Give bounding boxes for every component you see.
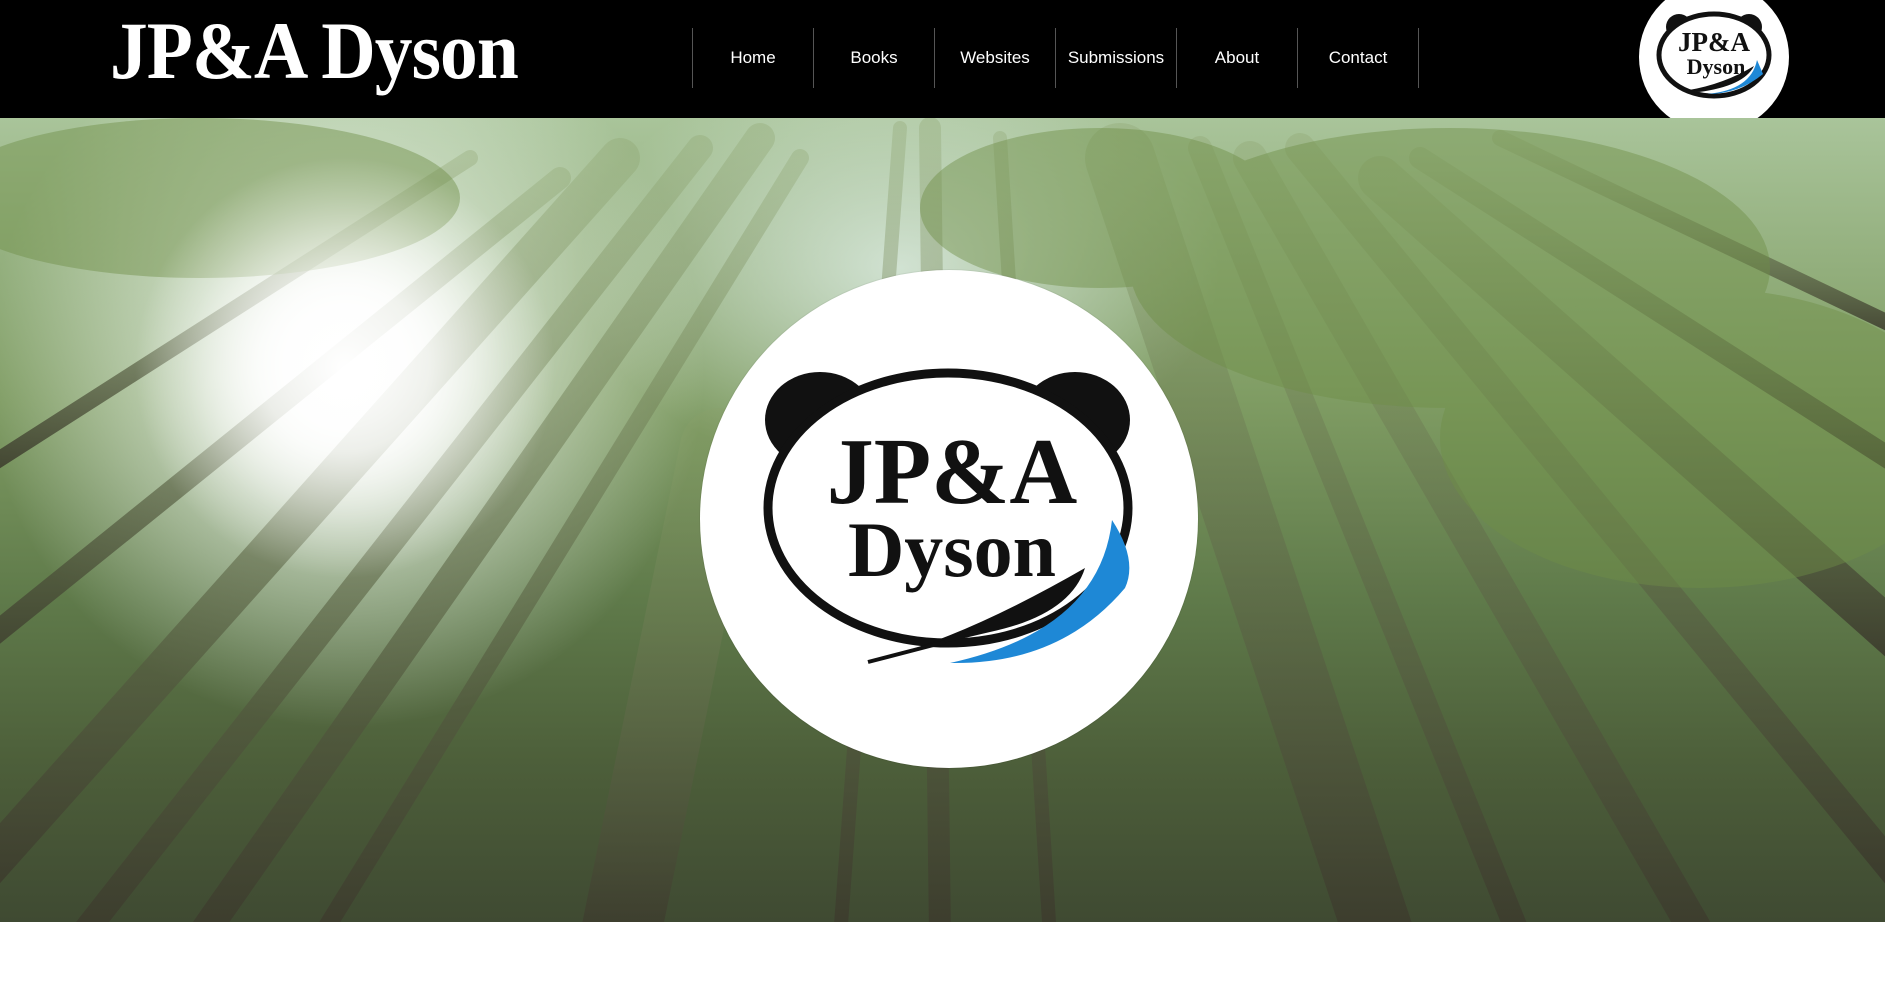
hero-logo-line2: Dyson [848,506,1056,593]
site-title[interactable]: JP&A Dyson [110,6,519,96]
nav-submissions[interactable]: Submissions [1056,28,1177,88]
nav-contact[interactable]: Contact [1298,28,1419,88]
nav-books[interactable]: Books [814,28,935,88]
nav-home[interactable]: Home [693,28,814,88]
hero-logo: JP&A Dyson [700,270,1198,768]
header-logo-badge[interactable]: JP&A Dyson [1639,0,1789,132]
main-nav: Home Books Websites Submissions About Co… [692,28,1419,88]
site-header: JP&A Dyson Home Books Websites Submissio… [0,0,1885,132]
nav-websites[interactable]: Websites [935,28,1056,88]
badge-logo-line1: JP&A [1678,27,1750,57]
badge-logo-line2: Dyson [1687,54,1746,79]
nav-about[interactable]: About [1177,28,1298,88]
panda-logo-icon: JP&A Dyson [1656,11,1772,99]
hero-banner: JP&A Dyson [0,118,1885,922]
panda-logo-icon: JP&A Dyson [763,368,1133,664]
